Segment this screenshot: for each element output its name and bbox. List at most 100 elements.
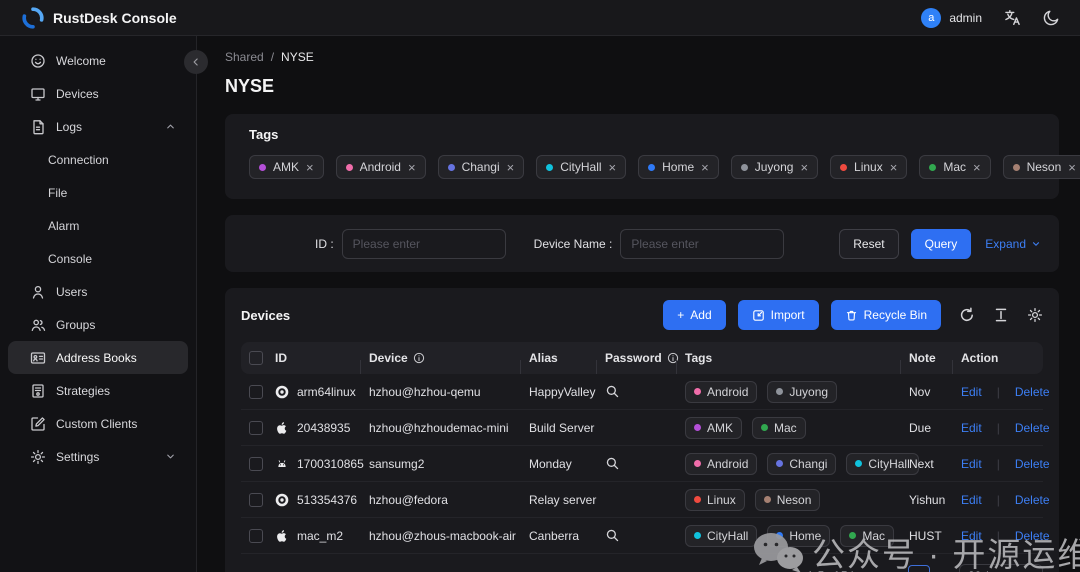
tag-label: Home — [662, 160, 694, 174]
sidebar-item-logs[interactable]: Logs — [8, 110, 188, 143]
delete-link[interactable]: Delete — [1015, 421, 1050, 435]
device-alias: Canberra — [529, 529, 579, 543]
tag-color-dot — [648, 164, 655, 171]
row-checkbox[interactable] — [249, 529, 263, 543]
user-menu[interactable]: a admin — [921, 8, 982, 28]
sidebar-item-label: Address Books — [56, 351, 176, 365]
tag-color-dot — [546, 164, 553, 171]
tag-remove-icon[interactable]: × — [609, 161, 617, 174]
sidebar-item-welcome[interactable]: Welcome — [8, 44, 188, 77]
sidebar-item-alarm[interactable]: Alarm — [0, 209, 196, 242]
tag-remove-icon[interactable]: × — [973, 161, 981, 174]
sidebar-item-custom-clients[interactable]: Custom Clients — [8, 407, 188, 440]
tag-chip: CityHall — [685, 525, 757, 547]
device-alias: Monday — [529, 457, 572, 471]
tag-color-dot — [776, 460, 783, 467]
chevron-down-icon — [165, 451, 176, 462]
column-settings-icon[interactable] — [1027, 307, 1043, 323]
sidebar-item-label: Custom Clients — [56, 417, 176, 431]
page-number-button[interactable]: 1 — [908, 565, 930, 572]
sidebar-item-devices[interactable]: Devices — [8, 77, 188, 110]
device-id: arm64linux — [297, 385, 356, 399]
tag-color-dot — [694, 424, 701, 431]
sidebar-item-users[interactable]: Users — [8, 275, 188, 308]
device-id: mac_m2 — [297, 529, 343, 543]
row-checkbox[interactable] — [249, 385, 263, 399]
plus-icon: + — [677, 308, 684, 322]
sidebar-item-file[interactable]: File — [0, 176, 196, 209]
edit-link[interactable]: Edit — [961, 421, 982, 435]
edit-link[interactable]: Edit — [961, 493, 982, 507]
tag-label: Changi — [789, 457, 827, 471]
row-checkbox[interactable] — [249, 457, 263, 471]
prev-page-button[interactable]: ‹ — [890, 568, 899, 572]
tag-color-dot — [764, 496, 771, 503]
tag-label: Mac — [774, 421, 797, 435]
edit-link[interactable]: Edit — [961, 529, 982, 543]
sidebar-item-label: Logs — [56, 120, 155, 134]
view-password-icon[interactable] — [605, 528, 620, 543]
add-device-button[interactable]: + Add — [663, 300, 725, 330]
breadcrumb-separator: / — [271, 50, 274, 64]
sidebar-item-console[interactable]: Console — [0, 242, 196, 275]
device-name: sansumg2 — [369, 457, 424, 471]
tag-remove-icon[interactable]: × — [306, 161, 314, 174]
sidebar-item-strategies[interactable]: Strategies — [8, 374, 188, 407]
refresh-icon[interactable] — [959, 307, 975, 323]
tag-remove-icon[interactable]: × — [701, 161, 709, 174]
delete-link[interactable]: Delete — [1015, 457, 1050, 471]
device-name-filter-input[interactable] — [620, 229, 784, 259]
view-password-icon[interactable] — [605, 456, 620, 471]
tag-color-dot — [694, 388, 701, 395]
row-density-icon[interactable] — [993, 307, 1009, 323]
row-checkbox[interactable] — [249, 421, 263, 435]
edit-link[interactable]: Edit — [961, 457, 982, 471]
page-size-select[interactable]: 20 / page — [959, 564, 1043, 572]
language-icon[interactable] — [1004, 9, 1021, 26]
tag-remove-icon[interactable]: × — [890, 161, 898, 174]
tag-remove-icon[interactable]: × — [800, 161, 808, 174]
breadcrumb-parent[interactable]: Shared — [225, 50, 264, 64]
tag-label: AMK — [273, 160, 299, 174]
tag-color-dot — [694, 460, 701, 467]
sidebar-item-address-books[interactable]: Address Books — [8, 341, 188, 374]
filter-card: ID : Device Name : Reset Query Expand — [225, 215, 1059, 272]
recycle-bin-button[interactable]: Recycle Bin — [831, 300, 941, 330]
import-button[interactable]: Import — [738, 300, 819, 330]
devices-actions: + Add Import Recycle Bin — [663, 300, 1043, 330]
dark-mode-icon[interactable] — [1043, 9, 1060, 26]
sidebar-collapse-button[interactable] — [184, 50, 208, 74]
delete-link[interactable]: Delete — [1015, 529, 1050, 543]
devices-table: ID Device Alias Password Tags Note Actio… — [241, 342, 1043, 554]
tag-chip: Juyong — [767, 381, 837, 403]
reset-button[interactable]: Reset — [839, 229, 898, 259]
row-checkbox[interactable] — [249, 493, 263, 507]
select-all-checkbox[interactable] — [249, 351, 263, 365]
query-button[interactable]: Query — [911, 229, 972, 259]
sidebar-item-connection[interactable]: Connection — [0, 143, 196, 176]
next-page-button[interactable]: › — [940, 568, 949, 572]
delete-link[interactable]: Delete — [1015, 493, 1050, 507]
chevron-up-icon — [165, 121, 176, 132]
tag-remove-icon[interactable]: × — [1068, 161, 1076, 174]
tag-remove-icon[interactable]: × — [408, 161, 416, 174]
tag-chip: Mac — [840, 525, 894, 547]
id-filter-input[interactable] — [342, 229, 506, 259]
tag-label: Android — [707, 385, 748, 399]
tag-color-dot — [849, 532, 856, 539]
app-title: RustDesk Console — [53, 10, 177, 26]
tag-label: Home — [789, 529, 821, 543]
sidebar-item-settings[interactable]: Settings — [8, 440, 188, 473]
view-password-icon[interactable] — [605, 384, 620, 399]
id-filter-label: ID : — [315, 237, 334, 251]
delete-link[interactable]: Delete — [1015, 385, 1050, 399]
edit-link[interactable]: Edit — [961, 385, 982, 399]
expand-link[interactable]: Expand — [985, 237, 1041, 251]
action-separator: | — [997, 529, 1000, 543]
sidebar-item-groups[interactable]: Groups — [8, 308, 188, 341]
rustdesk-logo-icon — [22, 7, 44, 29]
top-navbar: RustDesk Console a admin — [0, 0, 1080, 36]
sidebar-item-label: Users — [56, 285, 176, 299]
tag-remove-icon[interactable]: × — [507, 161, 515, 174]
column-header-action: Action — [961, 351, 998, 365]
